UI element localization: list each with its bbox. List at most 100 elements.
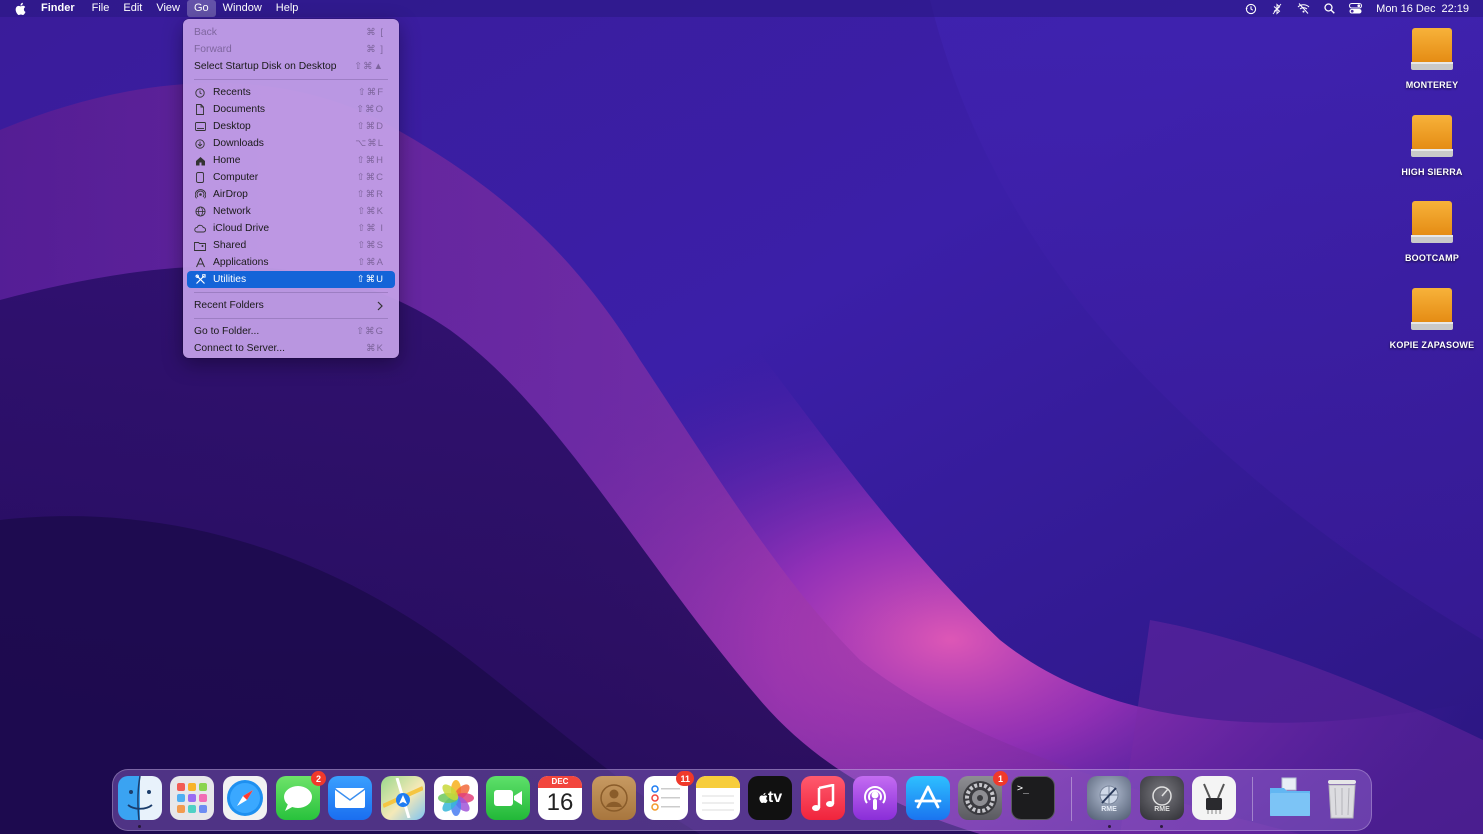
dock-notes[interactable] (696, 776, 740, 820)
airdrop-icon (194, 189, 206, 201)
external-drive-icon (1408, 26, 1456, 74)
dock-launchpad[interactable] (170, 776, 214, 820)
menu-item-utilities[interactable]: Utilities ⇧⌘U (187, 271, 395, 288)
dock-app-store[interactable] (906, 776, 950, 820)
menu-item-home[interactable]: Home ⇧⌘H (187, 152, 395, 169)
time-machine-icon[interactable] (1238, 0, 1264, 17)
envelope-icon (334, 788, 366, 808)
apple-menu-icon[interactable] (14, 2, 28, 16)
notes-lines-icon (702, 795, 734, 811)
dock-system-information[interactable] (1192, 776, 1236, 820)
drive-kopie-zapasowe[interactable]: KOPIE ZAPASOWE (1382, 286, 1482, 350)
dock-maps[interactable] (381, 776, 425, 820)
menu-item-recent-folders[interactable]: Recent Folders (187, 297, 395, 314)
dock-safari[interactable] (223, 776, 267, 820)
running-indicator (1160, 825, 1163, 828)
dock-messages[interactable]: 2 (276, 771, 326, 820)
running-indicator (138, 825, 141, 828)
menu-clock[interactable]: Mon 16 Dec 22:19 (1376, 3, 1469, 15)
drive-label: BOOTCAMP (1404, 253, 1460, 263)
menu-item-shortcut: ⌘ ] (366, 44, 384, 55)
menu-item-applications[interactable]: Applications ⇧⌘A (187, 254, 395, 271)
menu-item-shortcut: ⇧⌘H (356, 155, 384, 166)
drive-high-sierra[interactable]: HIGH SIERRA (1382, 113, 1482, 177)
finder-icon (127, 776, 153, 820)
gear-icon (963, 781, 997, 815)
menu-app-name[interactable]: Finder (41, 0, 82, 17)
dock-mail[interactable] (328, 776, 372, 820)
drive-bootcamp[interactable]: BOOTCAMP (1382, 199, 1482, 263)
meter-dial-icon (1152, 785, 1172, 806)
menu-item-desktop[interactable]: Desktop ⇧⌘D (187, 118, 395, 135)
rme-label: RME (1101, 805, 1117, 813)
menu-item-connect-to-server[interactable]: Connect to Server... ⌘K (187, 340, 395, 357)
clock-date: Mon 16 Dec (1376, 2, 1436, 15)
menu-item-network[interactable]: Network ⇧⌘K (187, 203, 395, 220)
dock-downloads-stack[interactable] (1268, 776, 1312, 820)
dock-separator (1252, 777, 1253, 821)
dock-finder[interactable] (118, 776, 162, 820)
bluetooth-icon[interactable] (1264, 0, 1290, 17)
dock-calendar[interactable]: DEC 16 (538, 776, 582, 820)
menu-item-label: Recents (213, 87, 251, 98)
menu-item-forward[interactable]: Forward ⌘ ] (187, 41, 395, 58)
chip-tweezers-icon (1203, 783, 1225, 814)
wifi-off-icon[interactable] (1290, 0, 1316, 17)
dock-podcasts[interactable] (853, 776, 897, 820)
menu-item-shortcut: ⇧⌘ I (357, 223, 384, 234)
menu-item-shortcut: ⇧⌘D (356, 121, 384, 132)
menu-item-shortcut: ⇧⌘A (357, 257, 384, 268)
dock-facetime[interactable] (486, 776, 530, 820)
menu-view[interactable]: View (149, 0, 187, 17)
menu-item-documents[interactable]: Documents ⇧⌘O (187, 101, 395, 118)
menu-separator (194, 318, 388, 319)
menu-item-label: Desktop (213, 121, 251, 132)
menu-go[interactable]: Go (186, 0, 216, 17)
folder-icon (1270, 777, 1310, 816)
menu-item-shared[interactable]: Shared ⇧⌘S (187, 237, 395, 254)
dock-reminders[interactable]: 11 (644, 771, 694, 820)
external-drive-icon (1408, 199, 1456, 247)
menu-item-label: Connect to Server... (194, 343, 286, 354)
menu-item-recents[interactable]: Recents ⇧⌘F (187, 84, 395, 101)
go-menu-dropdown: Back ⌘ [ Forward ⌘ ] Select Startup Disk… (183, 19, 399, 358)
shared-folder-icon (194, 240, 206, 252)
dock-photos[interactable] (434, 776, 478, 820)
menu-file[interactable]: File (85, 0, 117, 17)
computer-icon (194, 172, 206, 184)
clock-icon (194, 87, 206, 99)
menu-edit[interactable]: Edit (116, 0, 149, 17)
music-note-icon (812, 784, 835, 811)
menu-item-label: AirDrop (213, 189, 248, 200)
menu-help[interactable]: Help (269, 0, 306, 17)
menu-item-label: Go to Folder... (194, 326, 260, 337)
drive-monterey[interactable]: MONTEREY (1382, 26, 1482, 90)
home-icon (194, 155, 206, 167)
menu-window[interactable]: Window (216, 0, 269, 17)
dock-trash[interactable] (1320, 776, 1364, 820)
dock-system-preferences[interactable]: 1 (958, 771, 1008, 820)
menu-item-downloads[interactable]: Downloads ⌥⌘L (187, 135, 395, 152)
app-store-icon (914, 785, 942, 809)
dock-terminal[interactable]: >_ (1011, 776, 1055, 820)
dock-contacts[interactable] (592, 776, 636, 820)
dock-rme-digicheck[interactable]: RME (1140, 776, 1184, 820)
dock-rme-totalmix[interactable]: RME (1087, 776, 1131, 820)
dock-apple-tv[interactable]: tv (748, 776, 792, 820)
dock-separator (1071, 777, 1072, 821)
menu-item-icloud-drive[interactable]: iCloud Drive ⇧⌘ I (187, 220, 395, 237)
dock-music[interactable] (801, 776, 845, 820)
control-center-icon[interactable] (1342, 0, 1368, 17)
menu-item-computer[interactable]: Computer ⇧⌘C (187, 169, 395, 186)
clock-time: 22:19 (1441, 2, 1469, 15)
spotlight-search-icon[interactable] (1316, 0, 1342, 17)
apple-tv-label: tv (767, 789, 783, 806)
menu-item-select-startup-disk[interactable]: Select Startup Disk on Desktop ⇧⌘▲ (187, 58, 395, 75)
map-icon (383, 778, 423, 818)
menu-item-label: Applications (213, 257, 269, 268)
menu-separator (194, 292, 388, 293)
menu-item-shortcut: ⇧⌘O (356, 104, 384, 115)
menu-item-go-to-folder[interactable]: Go to Folder... ⇧⌘G (187, 323, 395, 340)
menu-item-airdrop[interactable]: AirDrop ⇧⌘R (187, 186, 395, 203)
menu-item-back[interactable]: Back ⌘ [ (187, 24, 395, 41)
